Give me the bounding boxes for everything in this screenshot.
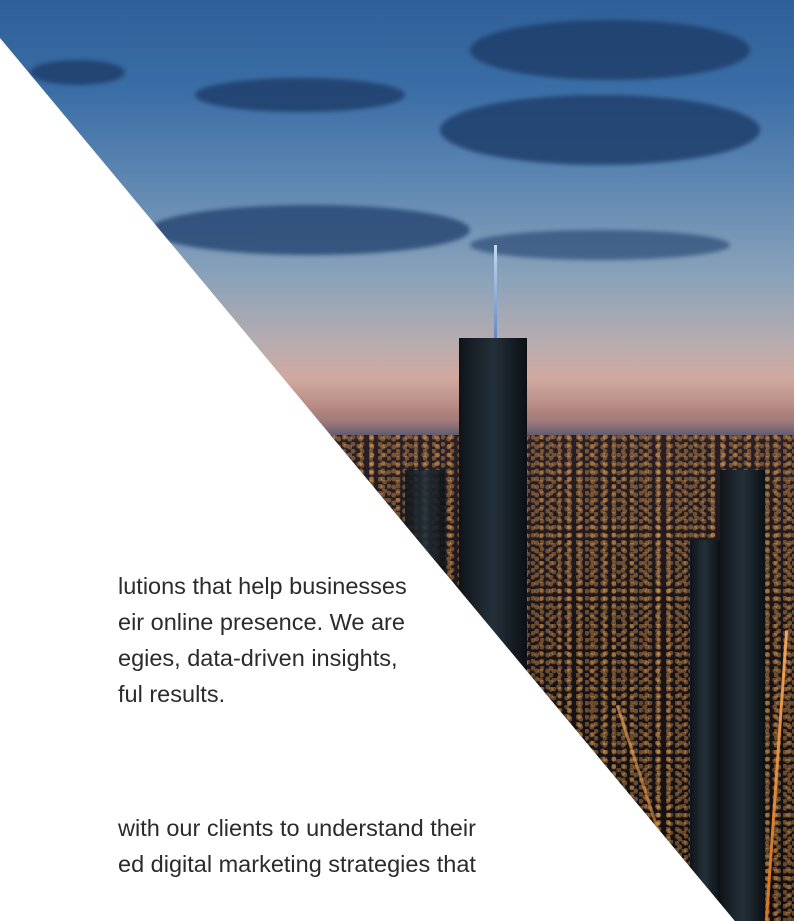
horizon-glow: [0, 400, 794, 440]
text-line: ed digital marketing strategies that: [118, 851, 476, 877]
intro-paragraph: lutions that help businesses eir online …: [118, 568, 480, 712]
tower-spire: [494, 245, 497, 340]
cloud: [30, 60, 125, 85]
text-line: lutions that help businesses: [118, 573, 407, 599]
second-paragraph: with our clients to understand their ed …: [118, 810, 794, 882]
cloud: [440, 95, 760, 165]
text-line: eir online presence. We are: [118, 609, 405, 635]
text-line: with our clients to understand their: [118, 815, 476, 841]
cloud: [195, 78, 405, 112]
cloud: [150, 205, 470, 255]
cloud: [470, 20, 750, 80]
city-skyline-photo: [0, 0, 794, 921]
text-line: egies, data-driven insights,: [118, 645, 398, 671]
cloud: [470, 230, 730, 260]
text-line: ful results.: [118, 681, 226, 707]
